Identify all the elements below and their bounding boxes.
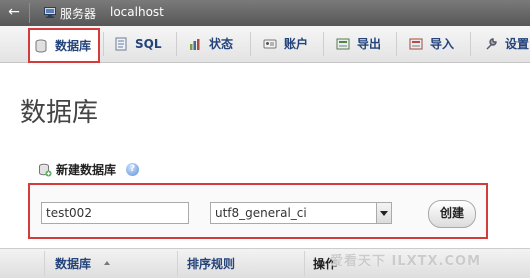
help-icon[interactable]: ? — [126, 163, 140, 176]
new-database-icon — [39, 163, 52, 176]
title-bar: ← 服务器 localhost — [0, 0, 530, 26]
create-button[interactable]: 创建 — [428, 200, 476, 228]
database-name-input[interactable]: test002 — [41, 202, 189, 224]
database-icon — [35, 39, 47, 52]
status-icon — [190, 38, 200, 50]
tab-label: 导入 — [430, 37, 455, 51]
wrench-icon — [486, 37, 497, 49]
column-separator — [44, 251, 45, 276]
server-icon — [44, 7, 56, 18]
tab-separator — [470, 32, 471, 56]
import-icon — [409, 38, 423, 49]
tab-separator — [103, 32, 104, 56]
sql-icon — [115, 37, 127, 50]
top-tab-bar: 数据库 SQL 状态 账户 导出 导入 设置 — [0, 26, 530, 63]
collation-select[interactable]: utf8_general_ci — [210, 202, 392, 224]
export-icon — [336, 38, 350, 49]
create-database-label: 新建数据库 — [56, 163, 117, 177]
users-icon — [263, 39, 277, 48]
server-label[interactable]: 服务器 — [60, 5, 96, 22]
tab-separator — [323, 32, 324, 56]
tab-label: SQL — [135, 36, 162, 51]
watermark: 爱看天下 ILXTX.COM — [330, 254, 482, 269]
tab-export[interactable]: 导出 — [328, 28, 381, 59]
tab-separator — [250, 32, 251, 56]
tab-label: 账户 — [284, 37, 309, 51]
server-host[interactable]: localhost — [110, 5, 164, 19]
sort-ascending-icon[interactable] — [104, 261, 110, 265]
back-arrow-icon[interactable]: ← — [6, 4, 22, 20]
collation-value: utf8_general_ci — [215, 206, 307, 220]
tab-label: 状态 — [209, 37, 234, 51]
tab-separator — [396, 32, 397, 56]
tab-accounts[interactable]: 账户 — [255, 28, 308, 59]
tab-label: 导出 — [357, 37, 382, 51]
chevron-down-icon[interactable] — [376, 203, 391, 223]
tab-status[interactable]: 状态 — [180, 28, 233, 59]
tab-label: 设置 — [505, 37, 530, 51]
column-separator — [177, 251, 178, 276]
tab-settings[interactable]: 设置 — [476, 28, 529, 59]
tab-label: 数据库 — [55, 39, 92, 53]
create-database-heading: 新建数据库 ? — [38, 161, 140, 178]
page-title: 数据库 — [20, 98, 99, 128]
tab-import[interactable]: 导入 — [401, 28, 454, 59]
column-separator — [304, 251, 305, 276]
column-header-collation[interactable]: 排序规则 — [187, 255, 235, 272]
title-separator — [29, 3, 30, 23]
tab-separator — [176, 32, 177, 56]
tab-sql[interactable]: SQL — [106, 28, 162, 59]
create-database-form: test002 utf8_general_ci 创建 — [28, 183, 488, 239]
column-header-database[interactable]: 数据库 — [55, 255, 91, 272]
tab-databases[interactable]: 数据库 — [28, 28, 100, 63]
